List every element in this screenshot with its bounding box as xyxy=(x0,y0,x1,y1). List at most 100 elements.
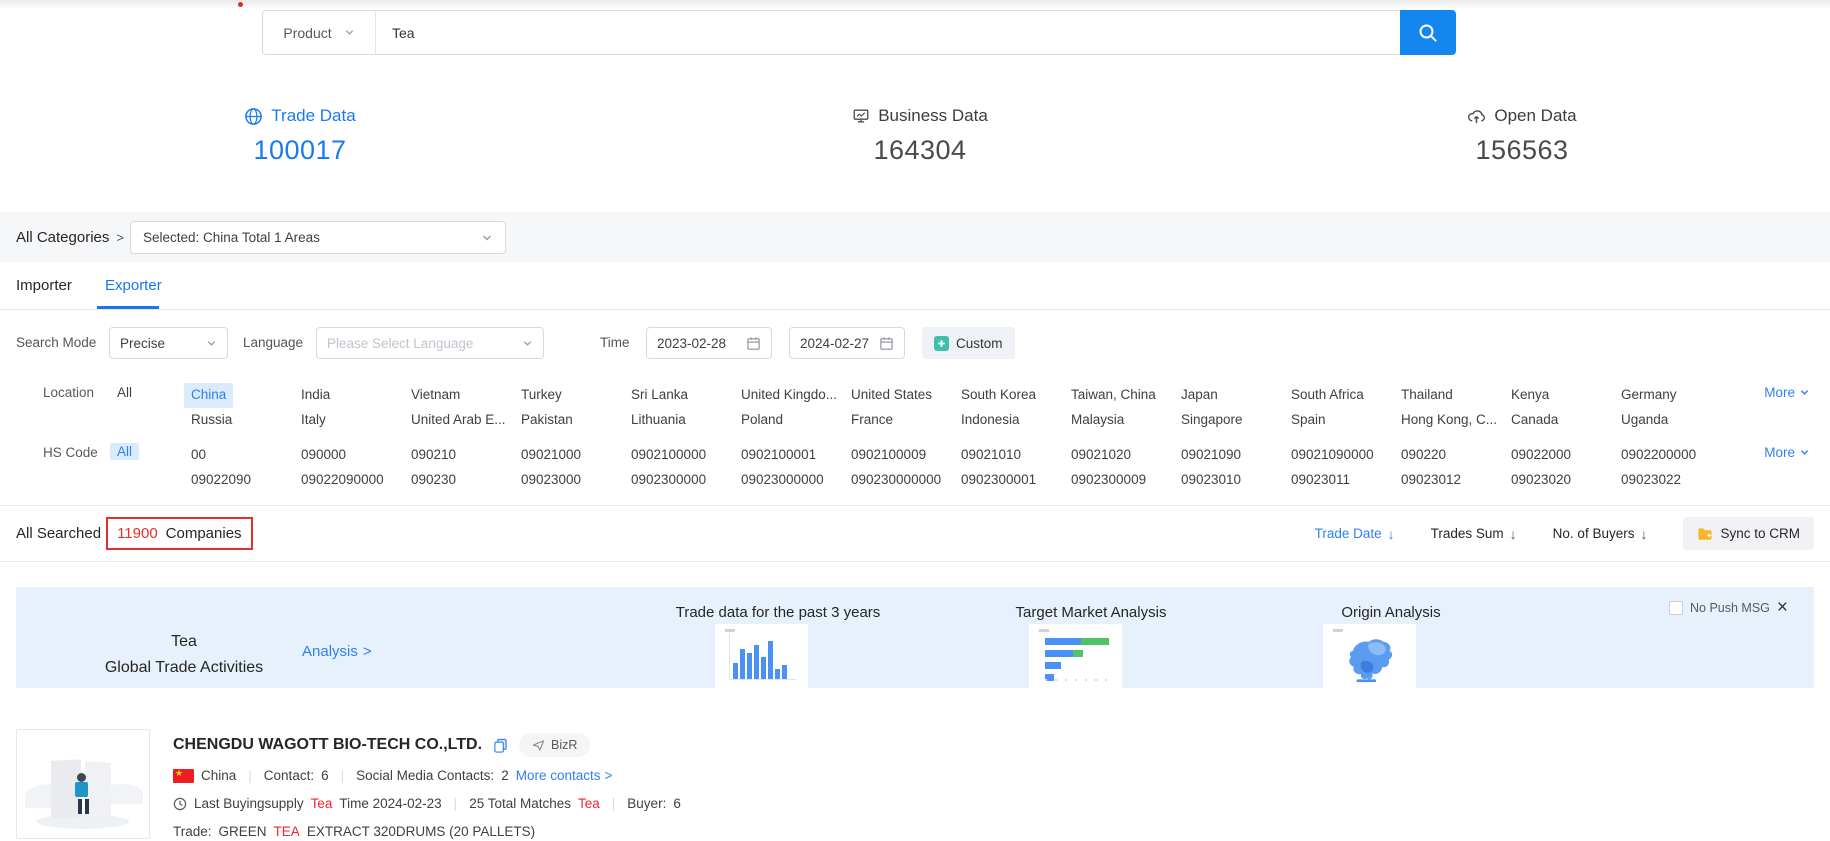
location-item[interactable]: Lithuania xyxy=(631,408,686,433)
last-activity-label: Last Buyingsupply xyxy=(194,796,304,811)
hs-code-item[interactable]: 090210 xyxy=(411,443,456,468)
hs-code-item[interactable]: 09022090000 xyxy=(301,468,384,493)
hs-code-item[interactable]: 09023000 xyxy=(521,468,581,493)
sort-no-of-buyers[interactable]: No. of Buyers ↓ xyxy=(1553,526,1648,542)
location-all[interactable]: All xyxy=(117,385,132,400)
tab-exporter[interactable]: Exporter xyxy=(105,262,162,309)
banner-title-block: Tea Global Trade Activities xyxy=(74,629,294,681)
stat-open-data[interactable]: Open Data 156563 xyxy=(1372,106,1672,166)
hs-code-item[interactable]: 09021090000 xyxy=(1291,443,1374,468)
stacked-bar-thumbnail[interactable] xyxy=(1029,624,1122,688)
location-item[interactable]: Russia xyxy=(191,408,232,433)
mini-stacked-bars xyxy=(1045,638,1109,681)
hs-code-item[interactable]: 09023022 xyxy=(1621,468,1681,493)
person-icon xyxy=(77,773,86,782)
close-icon[interactable]: × xyxy=(1777,601,1788,615)
more-contacts-link[interactable]: More contacts > xyxy=(516,768,613,783)
location-item[interactable]: Pakistan xyxy=(521,408,573,433)
location-item[interactable]: United Arab E... xyxy=(411,408,506,433)
location-item[interactable]: Hong Kong, C... xyxy=(1401,408,1497,433)
selected-areas-dropdown[interactable]: Selected: China Total 1 Areas xyxy=(130,221,506,254)
tab-importer[interactable]: Importer xyxy=(16,262,72,309)
sort-trade-date[interactable]: Trade Date ↓ xyxy=(1315,526,1395,542)
location-item[interactable]: China xyxy=(184,383,233,408)
location-item[interactable]: India xyxy=(301,383,330,408)
bar-chart-thumbnail[interactable] xyxy=(715,624,808,688)
location-item[interactable]: United Kingdo... xyxy=(741,383,837,408)
company-thumbnail[interactable] xyxy=(16,729,150,839)
hs-code-item[interactable]: 0902300009 xyxy=(1071,468,1146,493)
stat-business-data[interactable]: Business Data 164304 xyxy=(770,106,1070,166)
hs-code-item[interactable]: 09023012 xyxy=(1401,468,1461,493)
hs-code-item[interactable]: 09021090 xyxy=(1181,443,1241,468)
hs-code-item[interactable]: 0902200000 xyxy=(1621,443,1696,468)
location-item[interactable]: Italy xyxy=(301,408,326,433)
location-label: Location xyxy=(43,385,94,400)
location-item[interactable]: South Africa xyxy=(1291,383,1364,408)
location-item[interactable]: Canada xyxy=(1511,408,1558,433)
location-item[interactable]: Malaysia xyxy=(1071,408,1124,433)
hs-code-item[interactable]: 09021020 xyxy=(1071,443,1131,468)
chevron-down-icon xyxy=(1799,387,1810,398)
date-to-input[interactable]: 2024-02-27 xyxy=(789,327,905,359)
search-bar: Product xyxy=(262,10,1400,55)
hs-code-item[interactable]: 09021000 xyxy=(521,443,581,468)
hs-code-item[interactable]: 09023000000 xyxy=(741,468,824,493)
bizr-badge[interactable]: BizR xyxy=(519,733,590,757)
hs-code-item[interactable]: 09022090 xyxy=(191,468,251,493)
location-item[interactable]: United States xyxy=(851,383,932,408)
no-push-checkbox[interactable] xyxy=(1669,601,1683,615)
hs-code-item[interactable]: 0902300000 xyxy=(631,468,706,493)
china-map-thumbnail[interactable] xyxy=(1323,624,1416,688)
location-item[interactable]: Poland xyxy=(741,408,783,433)
hs-code-item[interactable]: 090220 xyxy=(1401,443,1446,468)
hs-code-item[interactable]: 09023020 xyxy=(1511,468,1571,493)
date-from-input[interactable]: 2023-02-28 xyxy=(646,327,772,359)
location-item[interactable]: Japan xyxy=(1181,383,1218,408)
hs-code-item[interactable]: 09022000 xyxy=(1511,443,1571,468)
hs-code-all[interactable]: All xyxy=(110,443,139,460)
folder-icon xyxy=(1697,527,1713,541)
company-name[interactable]: CHENGDU WAGOTT BIO-TECH CO.,LTD. xyxy=(173,736,482,754)
hs-code-item[interactable]: 0902100001 xyxy=(741,443,816,468)
location-item[interactable]: Vietnam xyxy=(411,383,460,408)
hs-code-item[interactable]: 00 xyxy=(191,443,206,468)
hs-more-link[interactable]: More xyxy=(1764,445,1810,460)
hs-code-item[interactable]: 0902300001 xyxy=(961,468,1036,493)
location-item[interactable]: Taiwan, China xyxy=(1071,383,1156,408)
analysis-link[interactable]: Analysis > xyxy=(302,643,372,660)
hs-code-item[interactable]: 09023011 xyxy=(1291,468,1350,493)
location-item[interactable]: France xyxy=(851,408,893,433)
search-mode-select[interactable]: Precise xyxy=(109,327,228,359)
hs-code-item[interactable]: 0902100000 xyxy=(631,443,706,468)
search-button[interactable] xyxy=(1400,10,1456,55)
all-categories-link[interactable]: All Categories > xyxy=(16,212,124,262)
location-item[interactable]: Uganda xyxy=(1621,408,1668,433)
location-item[interactable]: South Korea xyxy=(961,383,1036,408)
location-item[interactable]: Sri Lanka xyxy=(631,383,688,408)
hs-code-item[interactable]: 090230000000 xyxy=(851,468,941,493)
language-select[interactable]: Please Select Language xyxy=(316,327,544,359)
selected-areas-value: Selected: China Total 1 Areas xyxy=(143,230,481,245)
location-item[interactable]: Turkey xyxy=(521,383,562,408)
hs-code-item[interactable]: 090000 xyxy=(301,443,346,468)
sync-to-crm-button[interactable]: Sync to CRM xyxy=(1683,517,1814,550)
hs-code-item[interactable]: 09023010 xyxy=(1181,468,1241,493)
search-input[interactable] xyxy=(376,11,1400,54)
sort-trades-sum[interactable]: Trades Sum ↓ xyxy=(1431,526,1517,542)
hs-code-item[interactable]: 090230 xyxy=(411,468,456,493)
custom-date-button[interactable]: Custom xyxy=(922,327,1015,359)
stat-trade-data[interactable]: Trade Data 100017 xyxy=(150,106,450,166)
location-item[interactable]: Spain xyxy=(1291,408,1326,433)
location-item[interactable]: Indonesia xyxy=(961,408,1020,433)
location-item[interactable]: Germany xyxy=(1621,383,1677,408)
location-item[interactable]: Thailand xyxy=(1401,383,1453,408)
location-item[interactable]: Singapore xyxy=(1181,408,1243,433)
location-item[interactable]: Kenya xyxy=(1511,383,1549,408)
no-push-label: No Push MSG xyxy=(1690,601,1770,615)
hs-code-item[interactable]: 09021010 xyxy=(961,443,1021,468)
copy-icon[interactable] xyxy=(493,738,508,753)
location-more-link[interactable]: More xyxy=(1764,385,1810,400)
hs-code-item[interactable]: 0902100009 xyxy=(851,443,926,468)
search-category-dropdown[interactable]: Product xyxy=(263,11,375,54)
